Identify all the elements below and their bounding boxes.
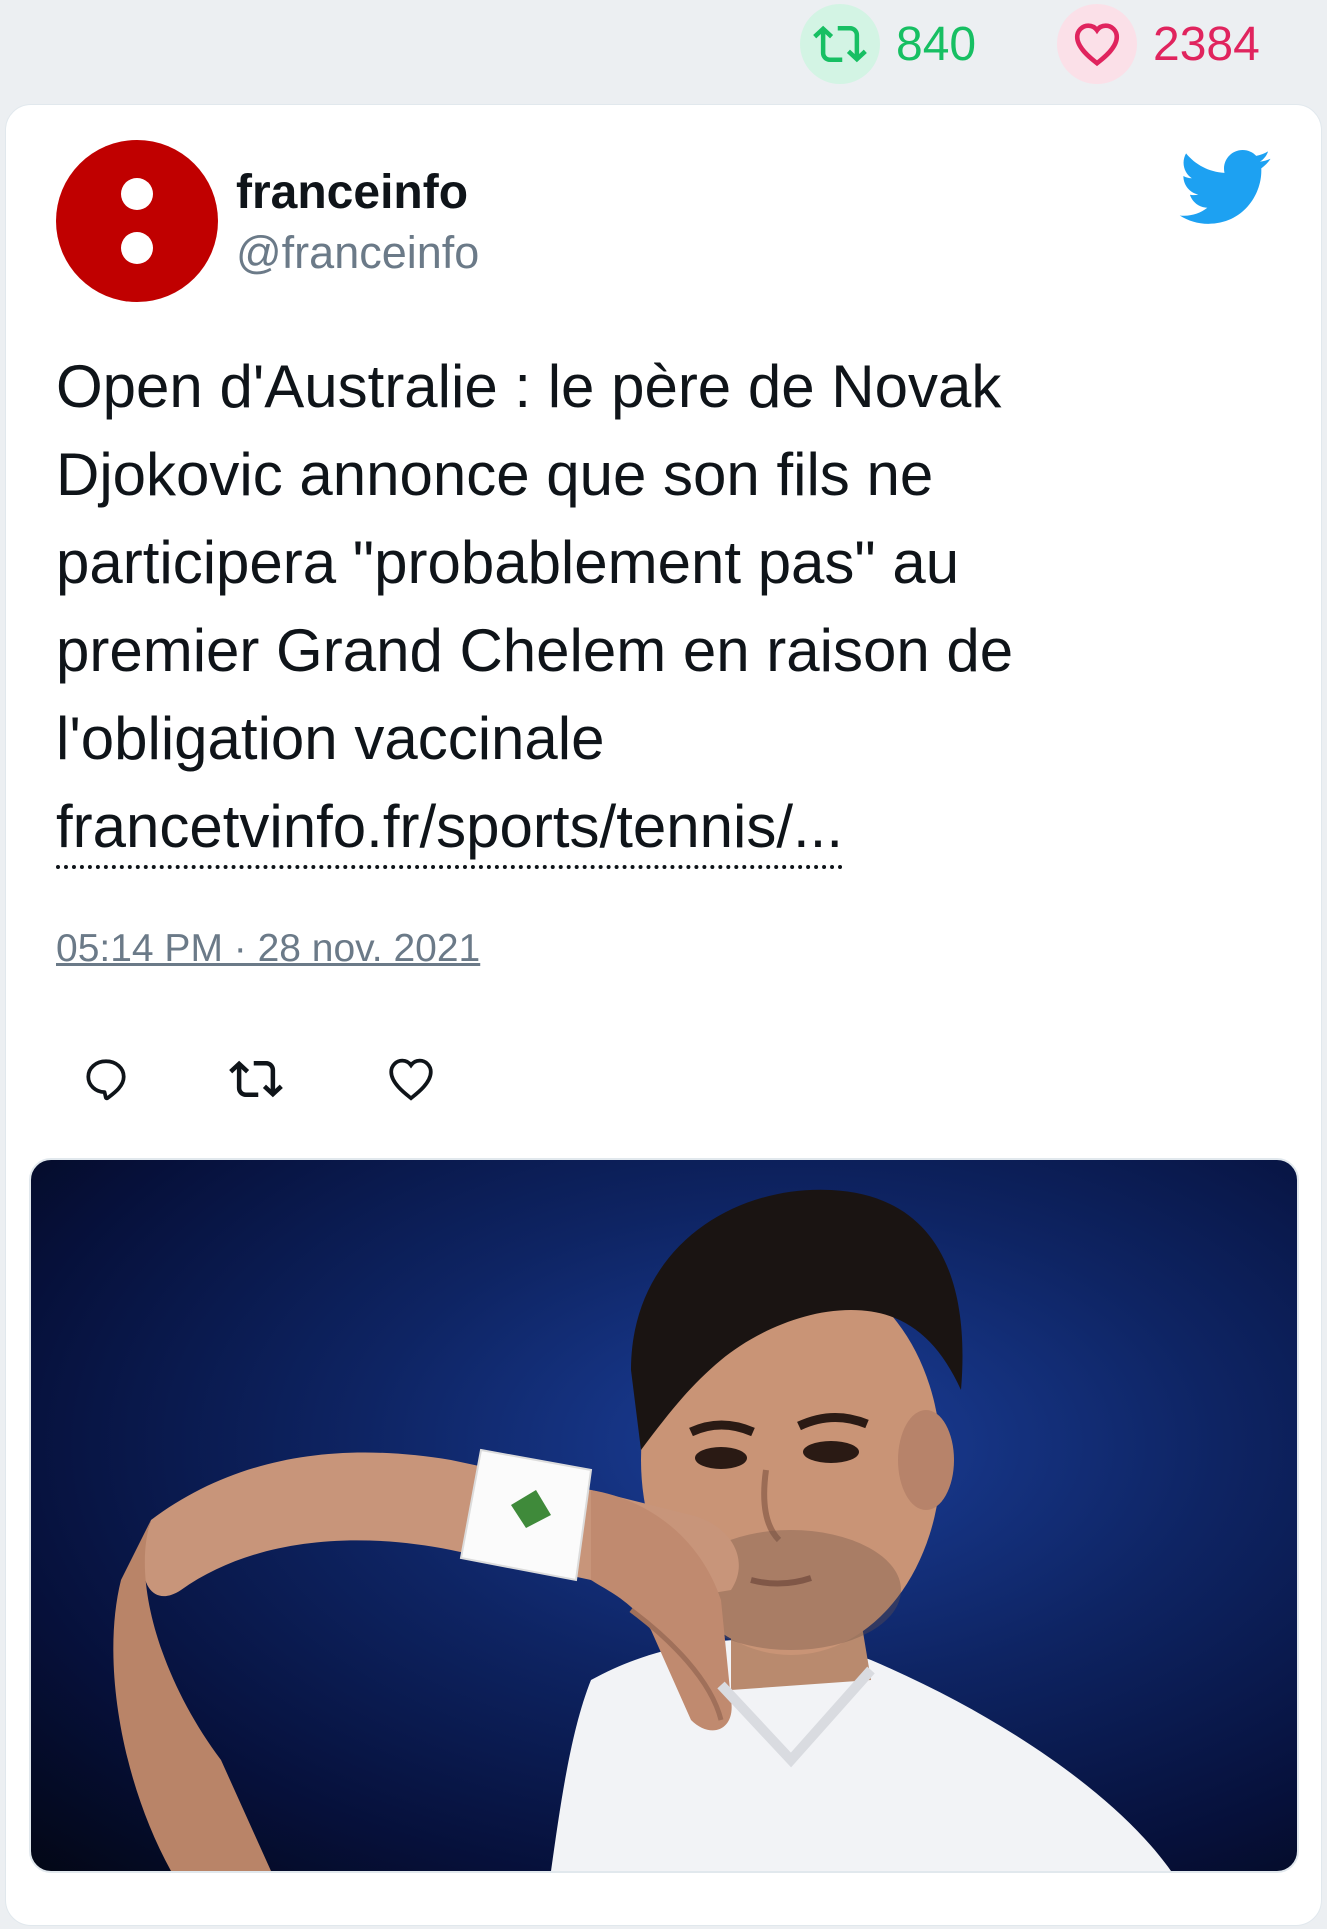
retweet-icon[interactable] [226, 1049, 286, 1109]
like-icon[interactable] [381, 1049, 441, 1109]
retweet-count: 840 [896, 17, 977, 71]
avatar[interactable] [56, 140, 218, 302]
tweet-text: Open d'Australie : le père de Novak Djok… [56, 343, 1276, 871]
tweet-stats-bar: 840 2384 [0, 0, 1327, 100]
author-handle[interactable]: @franceinfo [236, 227, 479, 279]
tweet-text-line: participera "probablement pas" au [56, 529, 960, 596]
tweet-text-line: l'obligation vaccinale [56, 705, 605, 772]
heart-icon [1057, 4, 1137, 84]
tweet-card[interactable]: franceinfo @franceinfo Open d'Australie … [5, 104, 1322, 1926]
like-count: 2384 [1153, 17, 1260, 71]
retweet-icon [800, 4, 880, 84]
retweet-stat[interactable]: 840 [800, 4, 976, 84]
avatar-dot [121, 232, 153, 264]
twitter-bird-icon[interactable] [1176, 147, 1272, 227]
tweet-text-line: premier Grand Chelem en raison de [56, 617, 1014, 684]
avatar-dot [121, 178, 153, 210]
reply-icon[interactable] [76, 1049, 136, 1109]
tweet-actions [56, 1049, 556, 1109]
author-name[interactable]: franceinfo [236, 165, 468, 220]
tweet-text-line: Djokovic annonce que son fils ne [56, 441, 934, 508]
tweet-timestamp[interactable]: 05:14 PM · 28 nov. 2021 [56, 927, 480, 971]
like-stat[interactable]: 2384 [1057, 4, 1260, 84]
tennis-player-photo [113, 1189, 1171, 1871]
article-link[interactable]: francetvinfo.fr/sports/tennis/... [56, 789, 844, 869]
tweet-media-image[interactable] [29, 1158, 1299, 1873]
tweet-text-line: Open d'Australie : le père de Novak [56, 353, 1002, 420]
